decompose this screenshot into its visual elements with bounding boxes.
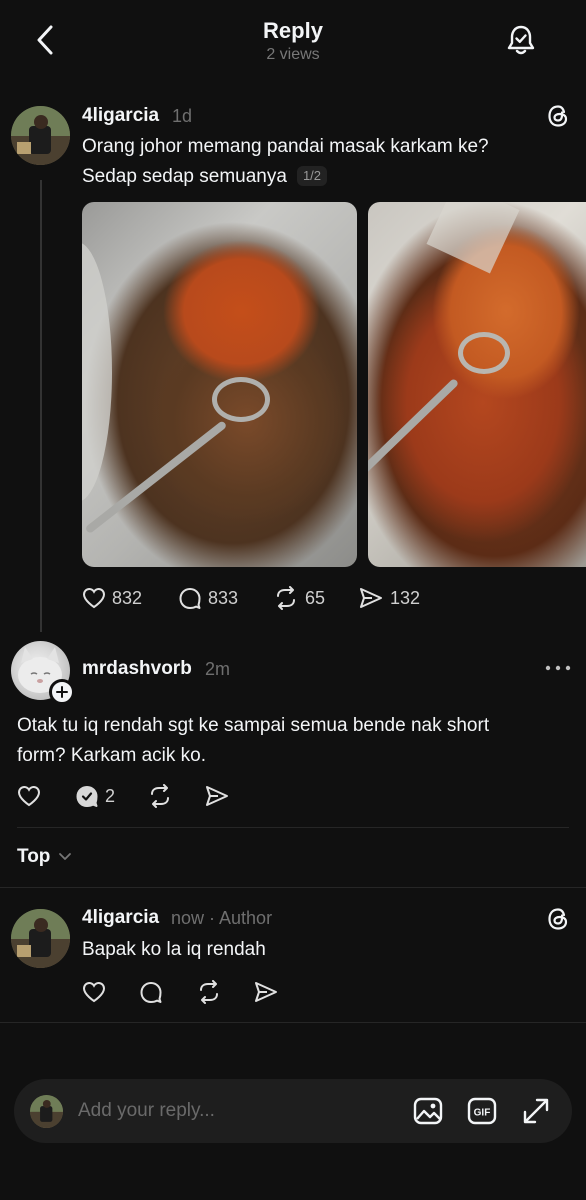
sort-dropdown[interactable]: Top <box>17 846 72 868</box>
threads-logo-icon <box>548 105 568 127</box>
post-text: Orang johor memang pandai masak karkam k… <box>82 132 489 192</box>
chevron-down-icon <box>59 853 72 860</box>
plus-icon <box>56 686 68 698</box>
divider <box>17 827 569 828</box>
avatar-photo <box>30 1095 63 1128</box>
repost-button[interactable] <box>147 784 173 808</box>
post-text-line1: Orang johor memang pandai masak karkam k… <box>82 136 489 157</box>
attach-image-button[interactable] <box>412 1095 444 1127</box>
avatar[interactable] <box>11 106 70 165</box>
share-button[interactable] <box>253 980 279 1004</box>
repost-icon <box>277 586 295 610</box>
post-text-line1: Otak tu iq rendah sgt ke sampai semua be… <box>17 715 490 736</box>
comment-icon <box>179 588 201 609</box>
repost-button[interactable]: 65 <box>273 586 325 610</box>
bell-check-icon <box>507 25 535 55</box>
view-count: 2 views <box>266 46 320 63</box>
comment-button[interactable] <box>139 980 163 1004</box>
divider <box>0 1022 586 1023</box>
threads-logo-icon <box>548 908 568 930</box>
post-text-line2-text: Sedap sedap semuanya <box>82 166 287 187</box>
gif-icon: GIF <box>467 1097 497 1125</box>
like-button[interactable] <box>17 784 41 808</box>
post-text-line2: form? Karkam acik ko. <box>17 745 206 766</box>
top-bar: Reply 2 views <box>0 0 586 80</box>
repost-button[interactable] <box>196 980 222 1004</box>
comment-count: 833 <box>208 587 239 608</box>
expand-button[interactable] <box>520 1095 552 1127</box>
like-button[interactable]: 832 <box>82 586 142 610</box>
share-count: 132 <box>390 587 421 608</box>
image-icon <box>413 1097 443 1125</box>
svg-text:GIF: GIF <box>474 1108 491 1119</box>
post-image-2[interactable] <box>368 202 586 567</box>
repost-icon <box>151 784 169 808</box>
follow-button[interactable] <box>49 679 75 705</box>
notifications-button[interactable] <box>503 22 539 58</box>
expand-icon <box>523 1098 549 1124</box>
more-icon <box>545 665 571 671</box>
comment-count: 2 <box>105 785 116 806</box>
share-icon <box>360 588 382 608</box>
heart-icon <box>82 981 106 1003</box>
threads-logo-button[interactable] <box>545 906 571 932</box>
comment-button[interactable]: 2 <box>75 784 115 808</box>
post-timestamp: 2m <box>205 659 231 679</box>
reply-composer: GIF <box>14 1079 572 1143</box>
avatar[interactable] <box>11 909 70 968</box>
heart-icon <box>82 587 106 609</box>
post-text: Otak tu iq rendah sgt ke sampai semua be… <box>17 711 489 771</box>
share-icon <box>206 786 228 806</box>
post-username[interactable]: 4ligarcia <box>82 105 159 127</box>
post-username[interactable]: mrdashvorb <box>82 658 192 680</box>
comment-icon <box>140 982 162 1003</box>
comment-button[interactable]: 833 <box>178 586 238 610</box>
repost-icon <box>200 980 218 1004</box>
media-counter: 1/2 <box>296 166 328 186</box>
post-timestamp: now · Author <box>171 908 273 928</box>
reply-input[interactable] <box>78 1097 388 1125</box>
post-image-1[interactable] <box>82 202 357 567</box>
post-username[interactable]: 4ligarcia <box>82 907 159 929</box>
like-count: 832 <box>112 587 143 608</box>
sort-label: Top <box>17 846 51 867</box>
post-text-line2: Sedap sedap semuanya 1/2 <box>82 162 489 192</box>
avatar-photo <box>11 909 70 968</box>
share-button[interactable]: 132 <box>358 586 420 610</box>
heart-icon <box>17 785 41 807</box>
gif-button[interactable]: GIF <box>466 1095 498 1127</box>
share-icon <box>255 982 277 1002</box>
thread-line <box>40 180 42 632</box>
divider <box>0 887 586 888</box>
repost-count: 65 <box>305 587 326 608</box>
like-button[interactable] <box>82 980 106 1004</box>
post-text: Bapak ko la iq rendah <box>82 939 266 960</box>
comment-check-icon <box>76 786 98 807</box>
threads-logo-button[interactable] <box>545 103 571 129</box>
share-button[interactable] <box>204 784 230 808</box>
more-options-button[interactable] <box>544 659 572 677</box>
page-title: Reply <box>263 18 323 43</box>
avatar-photo <box>11 106 70 165</box>
composer-avatar <box>30 1095 63 1128</box>
post-timestamp: 1d <box>172 106 193 126</box>
